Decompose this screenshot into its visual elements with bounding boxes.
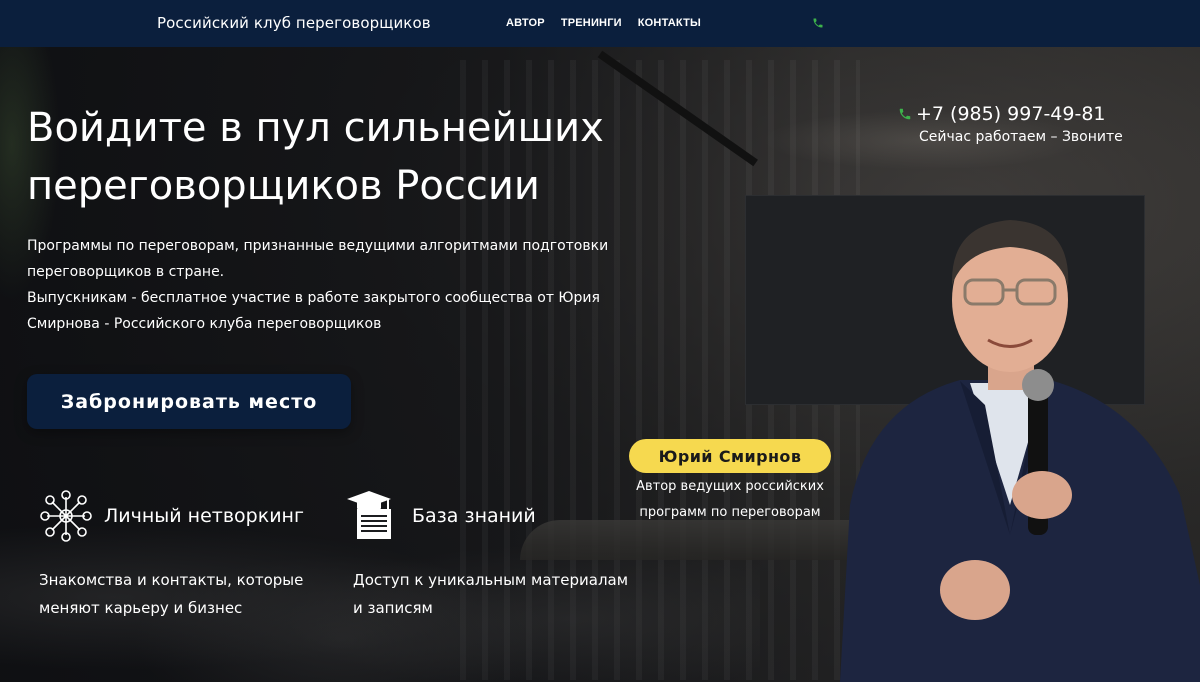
hero-title: Войдите в пул сильнейших переговорщиков … <box>27 99 667 215</box>
hero-desc-line-2: переговорщиков в стране. <box>27 264 225 280</box>
feature-title: Личный нетворкинг <box>104 505 304 527</box>
book-seat-button[interactable]: Забронировать место <box>27 374 351 429</box>
speaker-caption-line-1: Автор ведущих российских <box>636 479 824 494</box>
hero-desc-line-4: Смирнова - Российского клуба переговорщи… <box>27 316 382 332</box>
network-icon <box>40 490 92 542</box>
knowledge-base-icon <box>347 491 391 539</box>
feature-description: Знакомства и контакты, которые меняют ка… <box>39 566 339 622</box>
speaker-name-badge: Юрий Смирнов <box>629 439 831 473</box>
contact-status: Сейчас работаем – Звоните <box>919 129 1123 145</box>
nav-link-trainings[interactable]: ТРЕНИНГИ <box>561 17 622 29</box>
feature-desc-line-1: Доступ к уникальным материалам <box>353 571 629 589</box>
site-header: Российский клуб переговорщиков АВТОР ТРЕ… <box>0 0 1200 47</box>
speaker-caption: Автор ведущих российских программ по пер… <box>630 474 830 526</box>
hero-desc-line-3: Выпускникам - бесплатное участие в работ… <box>27 290 600 306</box>
hero-desc-line-1: Программы по переговорам, признанные вед… <box>27 238 609 254</box>
nav-link-author[interactable]: АВТОР <box>506 17 545 29</box>
feature-desc-line-2: и записям <box>353 599 433 617</box>
feature-description: Доступ к уникальным материалам и записям <box>353 566 653 622</box>
feature-desc-line-1: Знакомства и контакты, которые <box>39 571 304 589</box>
hero-description: Программы по переговорам, признанные вед… <box>27 233 627 337</box>
hero-title-line-2: переговорщиков России <box>27 163 540 209</box>
feature-title: База знаний <box>412 505 536 527</box>
site-brand[interactable]: Российский клуб переговорщиков <box>157 14 431 32</box>
phone-icon <box>899 108 911 120</box>
nav-link-contacts[interactable]: КОНТАКТЫ <box>638 17 701 29</box>
main-nav: АВТОР ТРЕНИНГИ КОНТАКТЫ <box>506 17 701 29</box>
speaker-caption-line-2: программ по переговорам <box>639 505 821 520</box>
contact-phone-number: +7 (985) 997-49-81 <box>916 103 1106 125</box>
hero-title-line-1: Войдите в пул сильнейших <box>27 105 604 151</box>
phone-icon[interactable] <box>812 17 824 29</box>
speaker-photo <box>840 220 1200 682</box>
contact-phone[interactable]: +7 (985) 997-49-81 <box>898 103 1106 125</box>
feature-desc-line-2: меняют карьеру и бизнес <box>39 599 243 617</box>
